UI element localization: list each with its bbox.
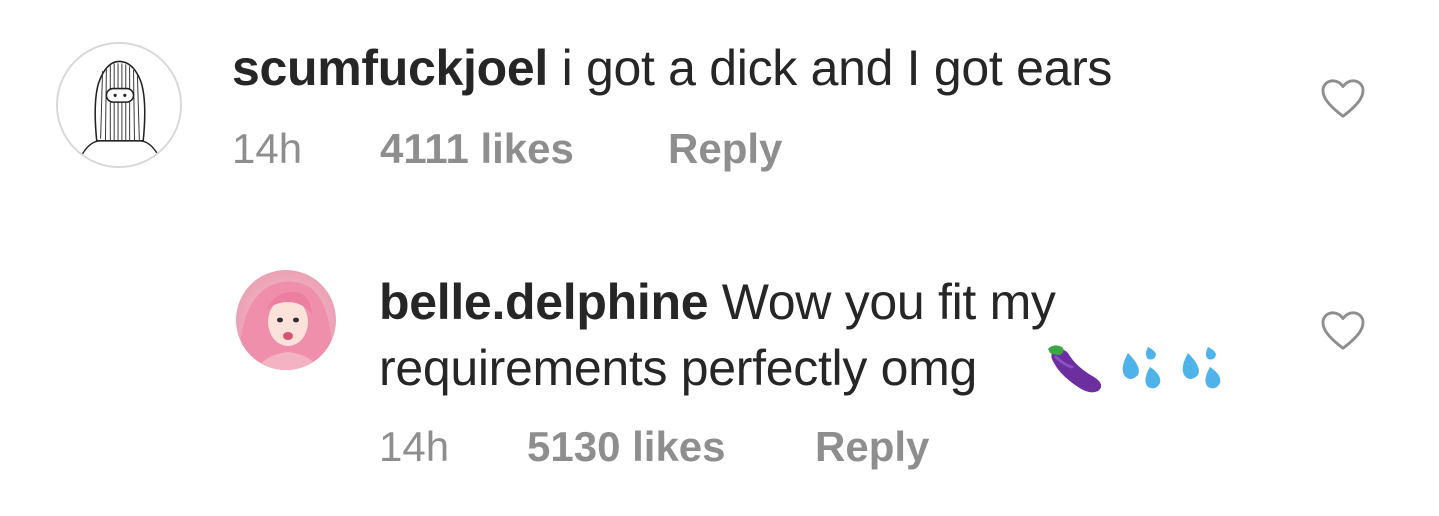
reply-button[interactable]: Reply	[815, 422, 929, 472]
avatar[interactable]	[236, 270, 336, 370]
comment-username[interactable]: scumfuckjoel	[232, 40, 548, 96]
comment-timestamp: 14h	[232, 125, 303, 172]
comment-body-line-2: requirements perfectly omg	[379, 340, 978, 396]
sweat-droplets-emoji	[1118, 343, 1168, 393]
comment-text-line: belle.delphine Wow you fit my	[379, 272, 1056, 332]
sketch-avatar-icon	[58, 44, 180, 166]
comment-body-line-1: Wow you fit my	[721, 274, 1056, 330]
reply-button[interactable]: Reply	[668, 124, 782, 174]
comment-likes[interactable]: 5130 likes	[527, 422, 726, 472]
eggplant-emoji	[1046, 341, 1108, 395]
like-button[interactable]	[1320, 78, 1366, 120]
like-button[interactable]	[1320, 310, 1366, 352]
avatar[interactable]	[56, 42, 182, 168]
comment-meta: 14h 5130 likes Reply	[379, 422, 979, 472]
comment-text-line: requirements perfectly omg	[379, 338, 977, 398]
comment-body: i got a dick and I got ears	[561, 40, 1113, 96]
comment-meta: 14h 4111 likes Reply	[232, 124, 832, 174]
comment-likes[interactable]: 4111 likes	[380, 124, 574, 174]
heart-outline-icon	[1321, 79, 1365, 118]
heart-outline-icon	[1321, 311, 1365, 350]
photo-avatar-icon	[236, 270, 336, 370]
sweat-droplets-emoji	[1178, 343, 1228, 393]
emoji-group	[1046, 340, 1228, 396]
comment-timestamp: 14h	[379, 423, 450, 470]
comment-username[interactable]: belle.delphine	[379, 274, 709, 330]
comment-text-line: scumfuckjoel i got a dick and I got ears	[232, 38, 1112, 98]
